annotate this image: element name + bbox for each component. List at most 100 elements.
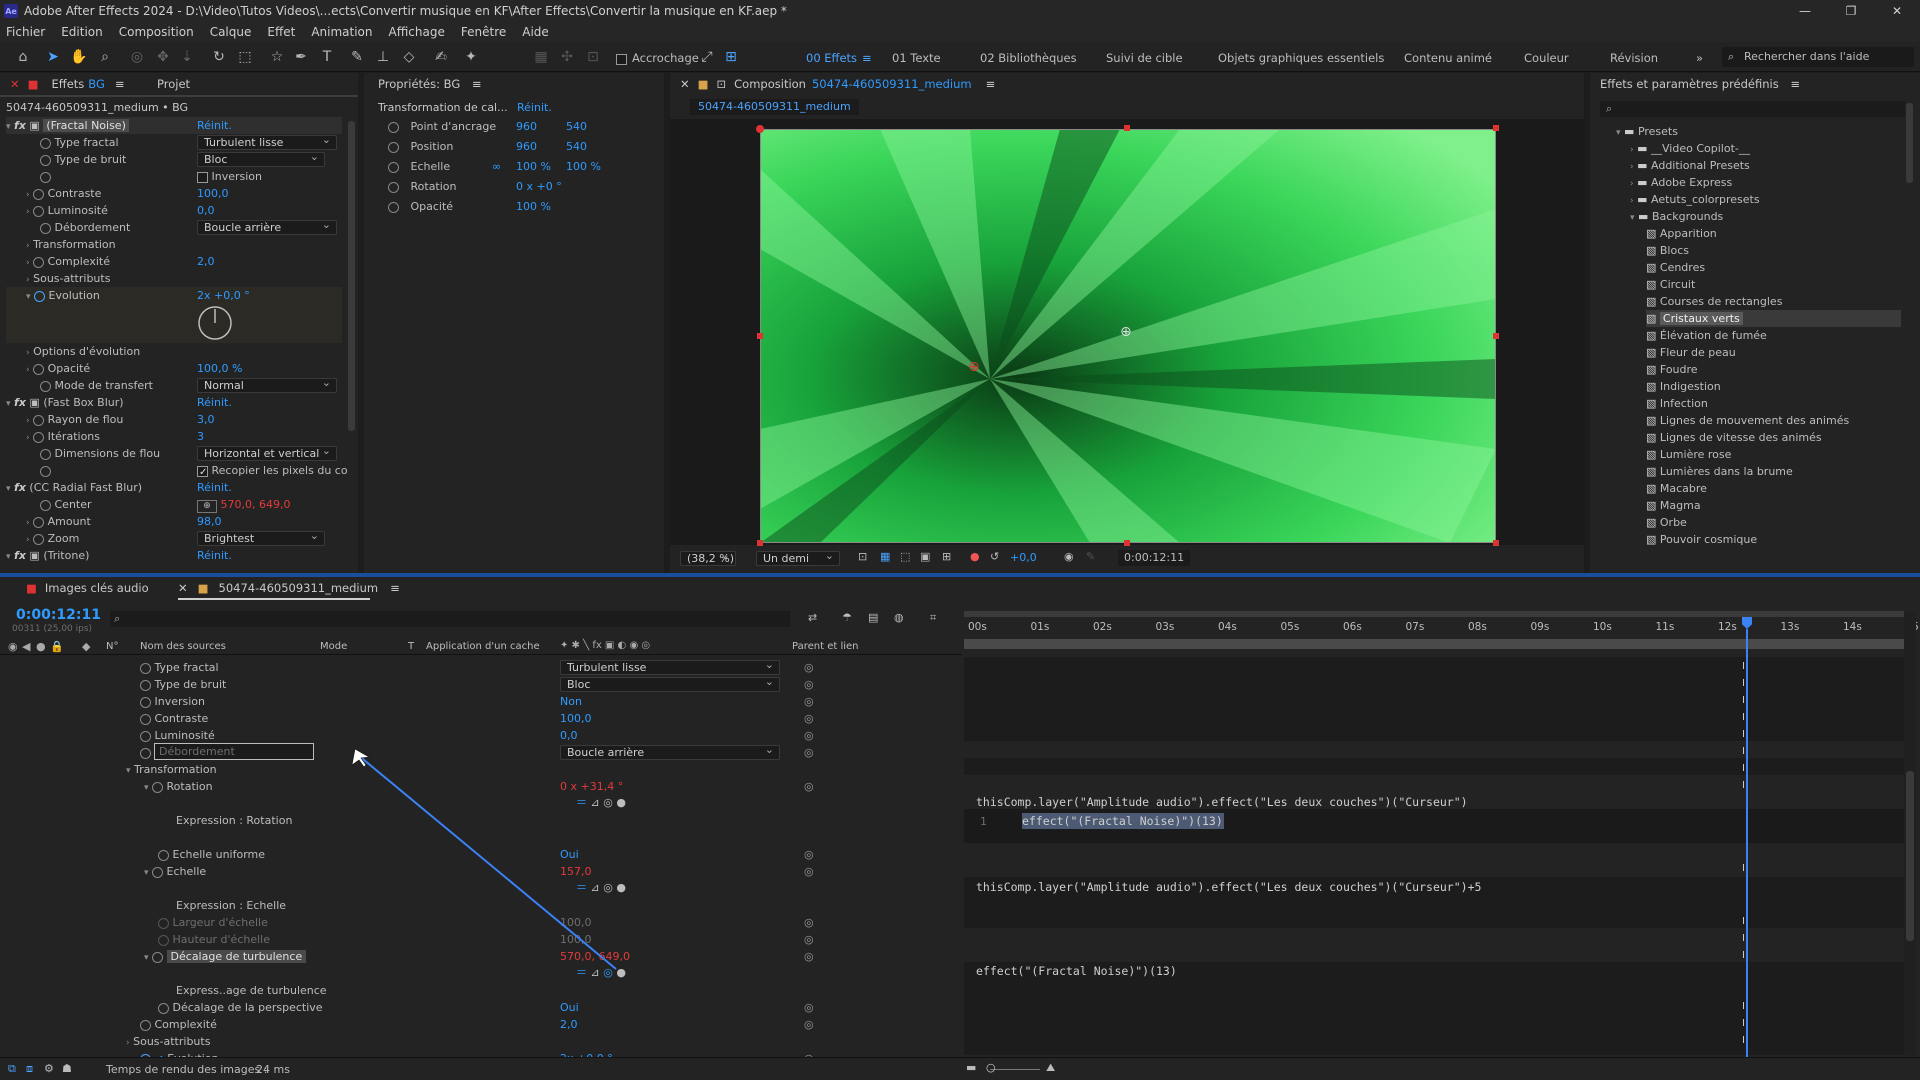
roto-brush-tool-icon[interactable]: ✍ xyxy=(432,48,450,66)
comp-timecode[interactable]: 0:00:12:11 xyxy=(1118,550,1191,566)
anchor-x-value[interactable]: 960 xyxy=(516,118,537,135)
audio-toggle-icon[interactable]: ◀ xyxy=(22,640,30,653)
transformation-group[interactable]: › Transformation xyxy=(26,236,116,253)
handle-right[interactable] xyxy=(1493,333,1499,339)
stopwatch-icon[interactable] xyxy=(40,171,51,183)
stopwatch-icon[interactable] xyxy=(34,290,46,302)
work-area-range[interactable] xyxy=(964,639,1904,649)
preset-item[interactable]: ▧ Infection xyxy=(1646,395,1901,412)
stopwatch-icon[interactable] xyxy=(140,662,151,674)
help-search-input[interactable]: ⌕ Rechercher dans l'aide xyxy=(1722,47,1914,67)
workspace-contenu-anime[interactable]: Contenu animé xyxy=(1404,51,1492,65)
tab-composition[interactable]: ✕ ■ ⊡ Composition 50474-460509311_medium ≡ xyxy=(680,73,995,95)
stopwatch-icon[interactable] xyxy=(33,533,45,545)
minimize-icon[interactable]: — xyxy=(1782,0,1828,22)
video-toggle-icon[interactable]: ◉ xyxy=(8,640,18,653)
presets-root-folder[interactable]: ▾ ▬ Presets xyxy=(1616,123,1678,140)
workspace-suivi-de-cible[interactable]: Suivi de cible xyxy=(1106,51,1183,65)
mode-transfert-select[interactable]: Normal xyxy=(197,376,337,393)
preset-item[interactable]: ▧ Lignes de mouvement des animés xyxy=(1646,412,1901,429)
stopwatch-icon[interactable] xyxy=(40,380,51,392)
handle-top[interactable] xyxy=(1124,125,1130,131)
tl-perspective-value[interactable]: Oui xyxy=(560,999,579,1016)
scale-y-value[interactable]: 100 % xyxy=(566,158,601,175)
presets-scrollbar[interactable] xyxy=(1906,103,1913,183)
stopwatch-icon[interactable] xyxy=(33,188,45,200)
preset-item[interactable]: ▧ Cendres xyxy=(1646,259,1901,276)
preset-folder-adobe-express[interactable]: › ▬ Adobe Express xyxy=(1630,174,1732,191)
world-axis-icon[interactable]: ⊡ xyxy=(584,48,602,66)
exposure-value[interactable]: +0,0 xyxy=(1010,551,1037,564)
parent-pickwhip-icon[interactable]: ◎ xyxy=(804,695,814,708)
preset-folder-video-copilot[interactable]: › ▬ __Video Copilot-__ xyxy=(1630,140,1750,157)
presets-search-input[interactable]: ⌕ xyxy=(1600,101,1905,117)
stopwatch-icon[interactable] xyxy=(158,917,169,929)
workspace-objets-graphiques[interactable]: Objets graphiques essentiels xyxy=(1218,51,1384,65)
iterations-value[interactable]: 3 xyxy=(197,428,204,445)
recopier-checkbox[interactable] xyxy=(197,464,208,481)
solo-icon[interactable]: ● xyxy=(36,640,46,653)
anchor-handle[interactable] xyxy=(756,125,764,133)
preset-folder-additional[interactable]: › ▬ Additional Presets xyxy=(1630,157,1750,174)
stopwatch-icon[interactable] xyxy=(388,201,399,213)
home-icon[interactable]: ⌂ xyxy=(14,48,32,66)
close-tab-icon[interactable]: ✕ xyxy=(680,77,690,91)
preset-item[interactable]: ▧ Lignes de vitesse des animés xyxy=(1646,429,1901,446)
menu-edition[interactable]: Edition xyxy=(61,25,103,39)
restore-icon[interactable]: ❐ xyxy=(1828,0,1874,22)
keyframe-marker-icon[interactable]: I xyxy=(1742,916,1745,927)
menu-fichier[interactable]: Fichier xyxy=(6,25,45,39)
zoom-in-icon[interactable]: ⛰ xyxy=(1046,1061,1055,1075)
link-scale-icon[interactable]: ∞ xyxy=(492,158,501,175)
zoom-out-icon[interactable]: ▬ xyxy=(966,1061,976,1074)
keyframe-marker-icon[interactable]: I xyxy=(1742,1035,1745,1046)
menu-calque[interactable]: Calque xyxy=(210,25,252,39)
lock-icon[interactable]: 🔒 xyxy=(50,640,64,653)
parent-pickwhip-icon[interactable]: ◎ xyxy=(804,729,814,742)
preset-item[interactable]: ▧ Élévation de fumée xyxy=(1646,327,1901,344)
luminosite-value[interactable]: 0,0 xyxy=(197,202,215,219)
close-tab-icon[interactable]: ✕ xyxy=(10,77,20,91)
col-source-name[interactable]: Nom des sources xyxy=(140,641,226,652)
preset-item[interactable]: ▧ Courses de rectangles xyxy=(1646,293,1901,310)
tab-projet[interactable]: Projet xyxy=(157,73,190,95)
crosshair-icon[interactable]: ⊕ xyxy=(197,500,217,513)
type-fractal-select[interactable]: Turbulent lisse xyxy=(197,133,337,150)
effect-fast-box-blur[interactable]: ▾ fx ▣ (Fast Box Blur) xyxy=(6,394,124,411)
effects-scrollbar[interactable] xyxy=(348,121,355,431)
timeline-timecode[interactable]: 0:00:12:11 xyxy=(16,607,101,623)
opacite-value[interactable]: 100,0 % xyxy=(197,360,242,377)
expression-rotation-text[interactable]: thisComp.layer("Amplitude audio").effect… xyxy=(976,795,1468,809)
effect-tritone[interactable]: ▾ fx ▣ (Tritone) xyxy=(6,547,89,564)
pan-tool-icon[interactable]: ✥ xyxy=(154,48,172,66)
timeline-graph-area[interactable]: 1 effect("(Fractal Noise)")(13) xyxy=(964,657,1904,1055)
stopwatch-icon[interactable] xyxy=(40,154,51,166)
resolution-select[interactable]: Un demi xyxy=(756,549,840,566)
stopwatch-icon[interactable] xyxy=(388,141,399,153)
dimensions-flou-select[interactable]: Horizontal et vertical xyxy=(197,444,337,461)
keyframe-marker-icon[interactable]: I xyxy=(1742,933,1745,944)
preset-item[interactable]: ▧ Foudre xyxy=(1646,361,1901,378)
keyframe-marker-icon[interactable]: I xyxy=(1742,763,1745,774)
tl-sous-attributs-group[interactable]: › Sous-attributs xyxy=(126,1033,210,1050)
menu-affichage[interactable]: Affichage xyxy=(389,25,445,39)
preset-folder-aetuts[interactable]: › ▬ Aetuts_colorpresets xyxy=(1630,191,1760,208)
stopwatch-icon[interactable] xyxy=(33,431,45,443)
work-area-bar[interactable] xyxy=(964,611,1904,617)
keyframe-marker-icon[interactable]: I xyxy=(1742,1001,1745,1012)
tl-type-bruit-select[interactable]: Bloc xyxy=(560,675,780,692)
tl-type-fractal-select[interactable]: Turbulent lisse xyxy=(560,658,780,675)
effect-fractal-noise[interactable]: ▾ fx ▣ (Fractal Noise) xyxy=(6,117,342,134)
selection-tool-icon[interactable]: ➤ xyxy=(44,48,62,66)
frame-blending-icon[interactable]: ▤ xyxy=(868,611,878,624)
dolly-tool-icon[interactable]: ⇣ xyxy=(178,48,196,66)
stopwatch-icon[interactable] xyxy=(33,205,45,217)
puppet-tool-icon[interactable]: ✦ xyxy=(462,48,480,66)
properties-reset-link[interactable]: Réinit. xyxy=(517,99,552,116)
cc-radial-reset-link[interactable]: Réinit. xyxy=(197,479,232,496)
tl-inversion-value[interactable]: Non xyxy=(560,693,582,710)
keyframe-marker-icon[interactable]: I xyxy=(1742,695,1745,706)
region-icon[interactable]: ▣ xyxy=(920,550,930,563)
toggle-transfer-icon[interactable]: ⧈ xyxy=(26,1062,33,1076)
stopwatch-icon[interactable] xyxy=(33,414,45,426)
